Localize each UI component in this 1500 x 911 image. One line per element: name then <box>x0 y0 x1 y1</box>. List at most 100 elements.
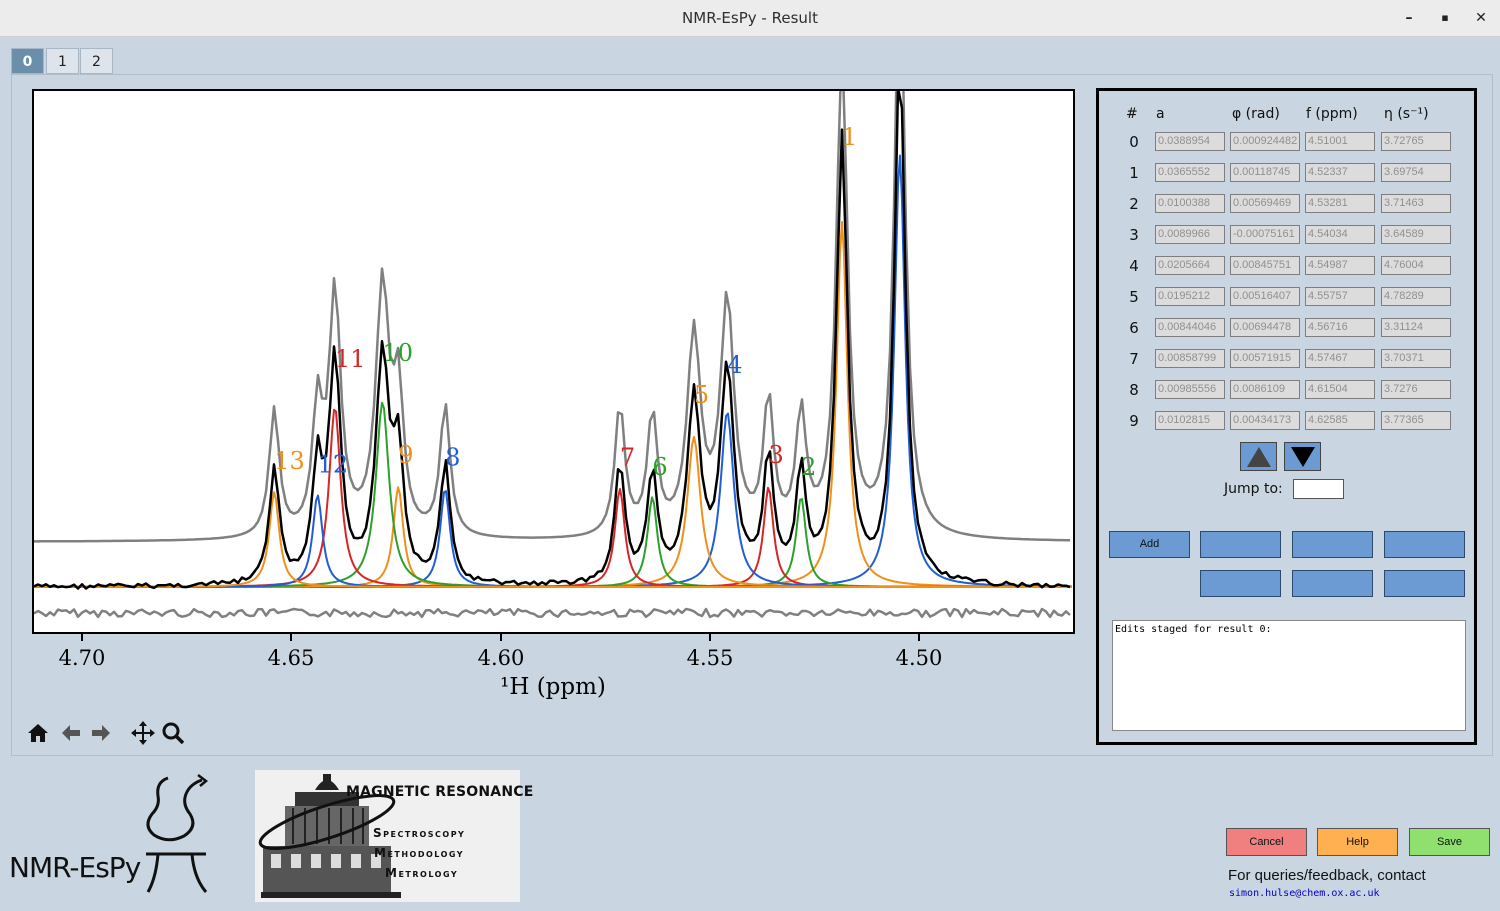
oscillator-label: 6 <box>652 453 667 481</box>
parameter-field[interactable]: 4.55757 <box>1305 287 1375 306</box>
parameter-field[interactable]: 0.0100388 <box>1155 194 1225 213</box>
action-button[interactable] <box>1292 570 1373 597</box>
parameter-field[interactable]: 0.00118745 <box>1230 163 1300 182</box>
parameter-field[interactable]: 0.0195212 <box>1155 287 1225 306</box>
spectrum-plot[interactable]: 012345678910111213 <box>32 0 1075 634</box>
jump-to-input[interactable] <box>1293 479 1344 499</box>
x-tick-label: 4.55 <box>686 646 734 670</box>
parameter-field[interactable]: 4.62585 <box>1305 411 1375 430</box>
x-axis: 4.70 4.65 4.60 4.55 4.50 ¹H (ppm) <box>0 634 1090 714</box>
parameter-field[interactable]: 0.0388954 <box>1155 132 1225 151</box>
back-arrow-icon[interactable] <box>57 718 85 748</box>
zoom-icon[interactable] <box>159 718 187 748</box>
mr-logo-title: MAGNETIC RESONANCE <box>346 784 534 800</box>
action-button[interactable] <box>1200 531 1281 558</box>
parameter-field[interactable]: 4.54987 <box>1305 256 1375 275</box>
parameter-field[interactable]: 4.57467 <box>1305 349 1375 368</box>
parameter-field[interactable]: 0.00571915 <box>1230 349 1300 368</box>
parameter-field[interactable]: 0.0102815 <box>1155 411 1225 430</box>
action-button[interactable] <box>1292 531 1373 558</box>
mr-logo-line: Spectroscopy <box>373 826 466 840</box>
cancel-button[interactable]: Cancel <box>1226 828 1307 856</box>
parameter-field[interactable]: -0.00075161 <box>1230 225 1300 244</box>
parameter-field[interactable]: 0.0086109 <box>1230 380 1300 399</box>
col-header-frequency: f (ppm) <box>1306 106 1358 122</box>
save-button[interactable]: Save <box>1409 828 1490 856</box>
parameter-field[interactable]: 0.0089966 <box>1155 225 1225 244</box>
action-button[interactable] <box>1384 531 1465 558</box>
parameter-field[interactable]: 0.00858799 <box>1155 349 1225 368</box>
row-index: 6 <box>1129 319 1139 337</box>
close-button[interactable]: ✕ <box>1468 6 1494 30</box>
forward-arrow-icon[interactable] <box>87 718 115 748</box>
parameter-field[interactable]: 0.00694478 <box>1230 318 1300 337</box>
window-title: NMR-EsPy - Result <box>682 9 818 27</box>
oscillator-line <box>34 401 1072 588</box>
contact-email[interactable]: simon.hulse@chem.ox.ac.uk <box>1229 888 1380 899</box>
espy-logo-text: NMR-EsPy <box>9 851 141 884</box>
parameter-field[interactable]: 0.00985556 <box>1155 380 1225 399</box>
maximize-button[interactable]: ▪ <box>1432 6 1458 30</box>
parameter-field[interactable]: 3.64589 <box>1381 225 1451 244</box>
parameter-field[interactable]: 3.71463 <box>1381 194 1451 213</box>
x-tick <box>918 634 920 641</box>
parameter-field[interactable]: 3.77365 <box>1381 411 1451 430</box>
oscillator-label: 7 <box>620 443 635 471</box>
parameter-field[interactable]: 0.00516407 <box>1230 287 1300 306</box>
parameter-field[interactable]: 0.00569469 <box>1230 194 1300 213</box>
row-index: 1 <box>1129 164 1139 182</box>
parameter-field[interactable]: 4.61504 <box>1305 380 1375 399</box>
oscillator-label: 12 <box>318 451 349 479</box>
parameter-field[interactable]: 4.51001 <box>1305 132 1375 151</box>
oscillator-label: 4 <box>727 351 742 379</box>
x-tick <box>290 634 292 641</box>
col-header-phase: φ (rad) <box>1232 106 1280 122</box>
tab-0[interactable]: 0 <box>11 48 44 74</box>
title-bar: NMR-EsPy - Result – ▪ ✕ <box>0 0 1500 37</box>
parameter-field[interactable]: 0.0365552 <box>1155 163 1225 182</box>
parameter-field[interactable]: 0.0205664 <box>1155 256 1225 275</box>
parameter-field[interactable]: 3.69754 <box>1381 163 1451 182</box>
parameter-field[interactable]: 4.76004 <box>1381 256 1451 275</box>
action-button[interactable] <box>1384 570 1465 597</box>
minimize-button[interactable]: – <box>1396 6 1422 30</box>
parameter-field[interactable]: 0.00844046 <box>1155 318 1225 337</box>
oscillator-label: 3 <box>768 441 783 469</box>
triangle-up-icon <box>1246 446 1271 467</box>
mr-logo-line: Methodology <box>374 846 465 860</box>
row-index: 9 <box>1129 412 1139 430</box>
edits-log[interactable]: Edits staged for result 0: <box>1112 620 1466 731</box>
parameter-field[interactable]: 4.54034 <box>1305 225 1375 244</box>
scroll-up-button[interactable] <box>1240 442 1277 471</box>
tab-1[interactable]: 1 <box>46 48 79 74</box>
col-header-damping: η (s⁻¹) <box>1384 106 1429 122</box>
parameter-field[interactable]: 4.56716 <box>1305 318 1375 337</box>
tab-2[interactable]: 2 <box>80 48 113 74</box>
parameter-field[interactable]: 3.70371 <box>1381 349 1451 368</box>
row-index: 5 <box>1129 288 1139 306</box>
home-icon[interactable] <box>24 718 52 748</box>
flask-logo-graphic <box>146 774 209 893</box>
triangle-down-icon <box>1290 446 1315 467</box>
parameter-field[interactable]: 4.53281 <box>1305 194 1375 213</box>
parameter-field[interactable]: 0.00434173 <box>1230 411 1300 430</box>
parameter-field[interactable]: 3.31124 <box>1381 318 1451 337</box>
add-button[interactable]: Add <box>1109 531 1190 558</box>
jump-to-label: Jump to: <box>1224 481 1283 497</box>
col-header-amplitude: a <box>1156 106 1165 122</box>
residual-line <box>33 607 1071 619</box>
help-button[interactable]: Help <box>1317 828 1398 856</box>
parameter-field[interactable]: 4.52337 <box>1305 163 1375 182</box>
action-button[interactable] <box>1200 570 1281 597</box>
row-index: 2 <box>1129 195 1139 213</box>
row-index: 4 <box>1129 257 1139 275</box>
parameter-field[interactable]: 3.72765 <box>1381 132 1451 151</box>
oscillator-label: 8 <box>445 443 460 471</box>
scroll-down-button[interactable] <box>1284 442 1321 471</box>
parameter-field[interactable]: 4.78289 <box>1381 287 1451 306</box>
parameter-field[interactable]: 3.7276 <box>1381 380 1451 399</box>
parameter-field[interactable]: 0.00845751 <box>1230 256 1300 275</box>
parameter-field[interactable]: 0.000924482 <box>1230 132 1300 151</box>
mr-logo-line: Metrology <box>385 866 459 880</box>
pan-icon[interactable] <box>129 718 157 748</box>
